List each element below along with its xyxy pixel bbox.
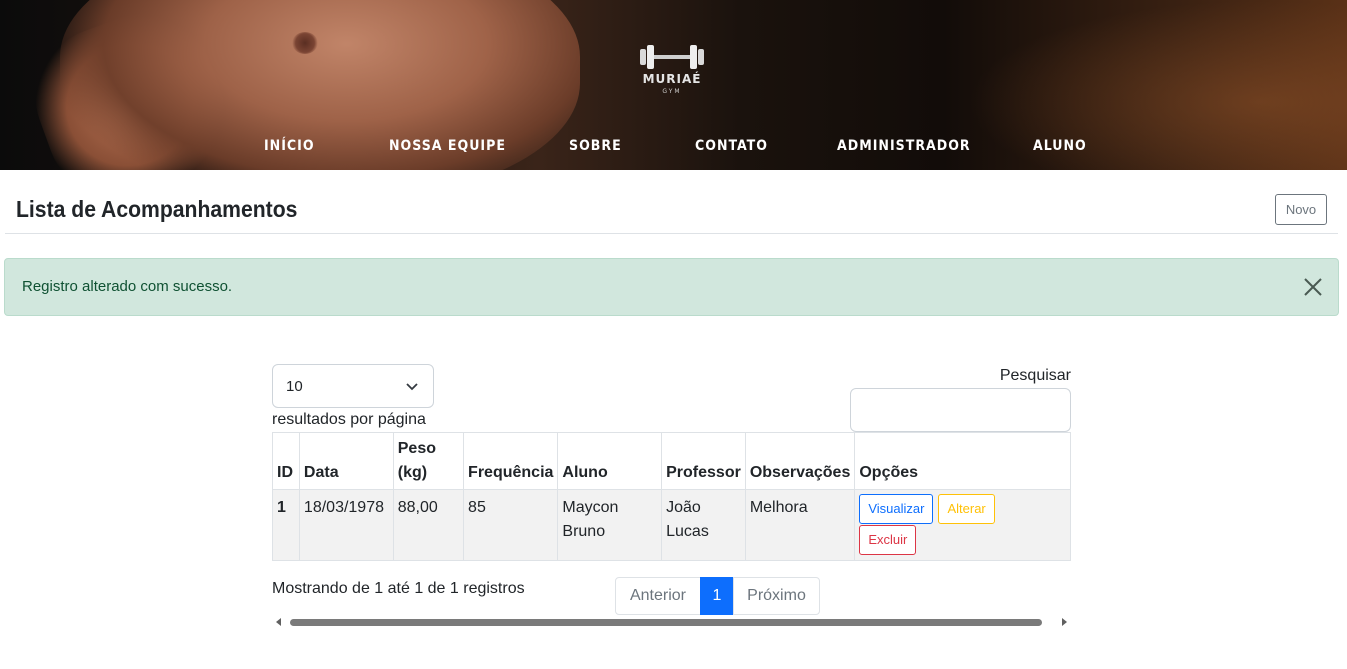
nav-item-contato[interactable]: CONTATO	[695, 138, 768, 154]
nav-item-aluno[interactable]: ALUNO	[1033, 138, 1087, 154]
nav-item-nossa-equipe[interactable]: NOSSA EQUIPE	[389, 138, 506, 154]
horizontal-scrollbar[interactable]	[272, 614, 1071, 630]
column-header-aluno[interactable]: Aluno	[557, 432, 663, 490]
divider	[5, 233, 1338, 234]
column-header-opcoes: Opções	[854, 432, 1071, 490]
table-row: 1 18/03/1978 88,00 85 Maycon Bruno João …	[272, 489, 1071, 561]
acompanhamentos-table: ID Data Peso (kg) Frequência Aluno Profe…	[272, 432, 1071, 561]
scroll-left-icon[interactable]	[276, 618, 281, 626]
view-button[interactable]: Visualizar	[859, 494, 934, 524]
edit-button[interactable]: Alterar	[938, 494, 995, 524]
brand-name: MURIAÉ	[642, 72, 702, 86]
brand-logo[interactable]: MURIAÉ GYM	[636, 42, 708, 98]
cell-aluno: Maycon Bruno	[557, 489, 663, 561]
cell-observacoes: Melhora	[744, 489, 856, 561]
pagination: Anterior 1 Próximo	[615, 577, 820, 615]
page-length-value: 10	[286, 377, 303, 395]
close-icon[interactable]	[1302, 276, 1324, 298]
chevron-down-icon	[406, 383, 418, 391]
cell-frequencia: 85	[463, 489, 559, 561]
search-input[interactable]	[850, 388, 1071, 432]
column-header-frequencia[interactable]: Frequência	[463, 432, 559, 490]
page-length-select[interactable]: 10	[272, 364, 434, 408]
column-header-data[interactable]: Data	[298, 432, 394, 490]
dumbbell-icon	[640, 45, 704, 69]
success-alert: Registro alterado com sucesso.	[4, 258, 1339, 316]
search-label: Pesquisar	[999, 367, 1071, 384]
cell-id: 1	[272, 489, 300, 561]
scroll-right-icon[interactable]	[1062, 618, 1067, 626]
table-header-row: ID Data Peso (kg) Frequência Aluno Profe…	[272, 432, 1071, 490]
cell-data: 18/03/1978	[298, 489, 394, 561]
nav-item-inicio[interactable]: INÍCIO	[264, 138, 315, 154]
nav-item-administrador[interactable]: ADMINISTRADOR	[837, 138, 971, 154]
nav-item-sobre[interactable]: SOBRE	[569, 138, 622, 154]
pagination-previous[interactable]: Anterior	[615, 577, 701, 615]
page-length-label: resultados por página	[272, 411, 426, 428]
column-header-professor[interactable]: Professor	[661, 432, 746, 490]
table-info: Mostrando de 1 até 1 de 1 registros	[272, 580, 525, 597]
alert-message: Registro alterado com sucesso.	[22, 278, 233, 295]
page-title: Lista de Acompanhamentos	[16, 196, 298, 222]
hero-header: MURIAÉ GYM INÍCIO NOSSA EQUIPE SOBRE CON…	[0, 0, 1347, 170]
brand-sub: GYM	[662, 88, 682, 95]
delete-button[interactable]: Excluir	[859, 525, 917, 555]
pagination-next[interactable]: Próximo	[733, 577, 820, 615]
column-header-id[interactable]: ID	[272, 432, 300, 490]
cell-opcoes: Visualizar Alterar Excluir	[854, 489, 1071, 561]
column-header-peso[interactable]: Peso (kg)	[392, 432, 465, 490]
main-nav: INÍCIO NOSSA EQUIPE SOBRE CONTATO ADMINI…	[0, 138, 1347, 158]
cell-peso: 88,00	[392, 489, 465, 561]
column-header-observacoes[interactable]: Observações	[744, 432, 856, 490]
cell-professor: João Lucas	[661, 489, 746, 561]
new-button[interactable]: Novo	[1275, 194, 1327, 225]
scrollbar-thumb[interactable]	[290, 619, 1042, 626]
pagination-page-1[interactable]: 1	[700, 577, 734, 615]
